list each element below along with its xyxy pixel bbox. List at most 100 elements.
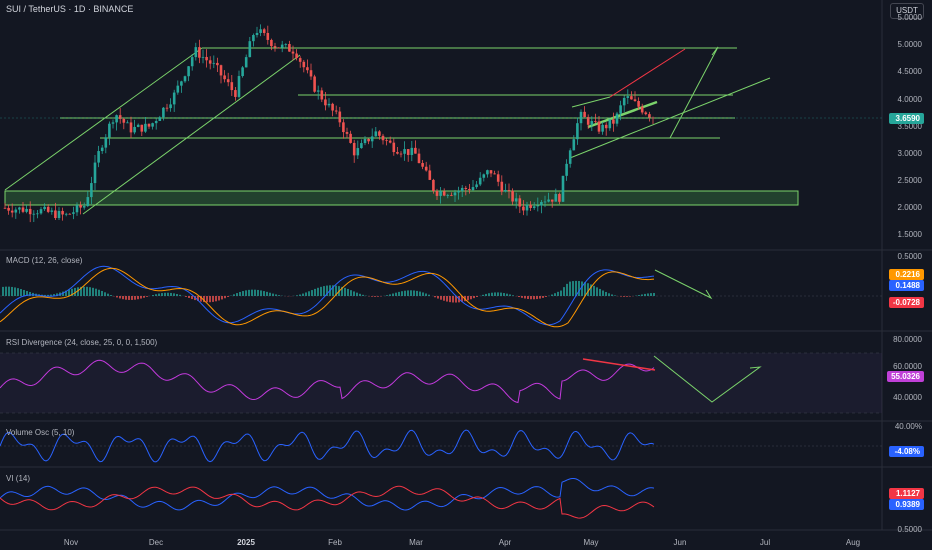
candle-body <box>460 187 464 191</box>
trading-chart-canvas[interactable] <box>0 0 932 550</box>
candle-body <box>500 181 504 192</box>
candle-body <box>28 208 32 215</box>
candle-body <box>417 153 421 164</box>
symbol-title[interactable]: SUI / TetherUS · 1D · BINANCE <box>6 4 133 14</box>
candle-body <box>342 122 345 133</box>
macd-histogram-bar <box>467 296 469 301</box>
macd-histogram-bar <box>50 294 52 296</box>
macd-histogram-bar <box>374 296 376 297</box>
candle-body <box>471 187 475 191</box>
candle-body <box>144 123 147 132</box>
macd-histogram-bar <box>542 296 544 298</box>
volume-osc-indicator-label[interactable]: Volume Osc (5, 10) <box>6 428 74 437</box>
candle-body <box>230 82 234 91</box>
candle-body <box>10 210 14 213</box>
macd-histogram-bar <box>536 296 538 300</box>
macd-histogram-bar <box>254 289 256 296</box>
candle-body <box>421 163 424 167</box>
macd-histogram-bar <box>14 287 16 296</box>
candle-body <box>309 70 313 77</box>
candle-body <box>115 115 118 123</box>
candle-body <box>590 121 594 125</box>
macd-histogram-bar <box>272 293 274 296</box>
candle-body <box>597 121 601 132</box>
candle-body <box>313 76 316 92</box>
candle-body <box>259 29 262 33</box>
macd-histogram-bar <box>296 295 298 296</box>
trend-lines[interactable] <box>4 46 771 215</box>
macd-histogram-bar <box>551 294 553 296</box>
candle-body <box>151 123 154 127</box>
candle-body <box>57 210 61 219</box>
candle-body <box>511 190 514 202</box>
macd-histogram-bar <box>392 293 394 296</box>
candle-body <box>140 124 144 132</box>
time-axis-label: Nov <box>63 538 79 547</box>
candle-body <box>79 205 82 208</box>
macd-histogram-bar <box>212 296 214 302</box>
macd-histogram-bar <box>641 294 643 296</box>
macd-histogram-bar <box>491 292 493 296</box>
volume-osc-value-badge: -4.08% <box>889 446 924 457</box>
macd-histogram-bar <box>545 296 547 297</box>
macd-histogram-bar <box>260 290 262 296</box>
macd-histogram-bar <box>251 289 253 296</box>
macd-histogram-bar <box>263 291 265 296</box>
candle-body <box>644 112 648 115</box>
candle-body <box>572 139 576 151</box>
macd-histogram-bar <box>245 290 247 296</box>
macd-histogram-bar <box>386 295 388 296</box>
candle-body <box>579 111 583 124</box>
macd-histogram-bar <box>452 296 454 303</box>
macd-histogram-bar <box>161 293 163 296</box>
macd-histogram-bar <box>266 291 268 296</box>
macd-histogram-bar <box>128 296 130 300</box>
price-axis-label: 5.0000 <box>897 40 922 49</box>
macd-histogram-bar <box>311 290 313 296</box>
candle-body <box>21 207 25 212</box>
vi-indicator-label[interactable]: VI (14) <box>6 474 30 483</box>
macd-histogram-bar <box>518 296 520 298</box>
candle-body <box>320 90 324 100</box>
macd-histogram-bar <box>476 296 478 297</box>
macd-histogram-bar <box>413 290 415 296</box>
resistance-red-line[interactable] <box>609 48 686 98</box>
candle-body <box>381 135 385 141</box>
candle-body <box>619 105 622 114</box>
macd-histogram-bar <box>599 288 601 296</box>
macd-histogram-bar <box>83 286 85 296</box>
macd-histogram-bar <box>158 293 160 296</box>
macd-value-badge: 0.2216 <box>889 269 924 280</box>
candle-body <box>561 175 565 202</box>
support-zone-box[interactable] <box>4 190 799 206</box>
candle-body <box>522 206 525 211</box>
candle-body <box>302 61 306 68</box>
macd-histogram-bar <box>305 292 307 296</box>
vi-minus-line <box>0 485 655 519</box>
macd-histogram-bar <box>17 288 19 296</box>
macd-histogram-bar <box>227 296 229 297</box>
time-axis-label: Aug <box>845 538 861 547</box>
candle-body <box>118 115 122 119</box>
candle-body <box>604 124 608 129</box>
macd-histogram-bar <box>8 286 10 296</box>
candle-body <box>273 46 277 48</box>
candle-body <box>194 47 198 58</box>
candle-body <box>165 107 169 109</box>
signal-value-badge: 0.1488 <box>889 280 924 291</box>
candle-body <box>428 170 432 180</box>
candle-body <box>306 67 309 71</box>
candle-body <box>478 177 482 185</box>
candle-body <box>226 79 230 83</box>
macd-indicator-label[interactable]: MACD (12, 26, close) <box>6 256 82 265</box>
volume-osc-line <box>0 429 655 463</box>
macd-histogram-bar <box>308 291 310 296</box>
candle-body <box>489 170 493 174</box>
candle-body <box>442 191 446 196</box>
macd-histogram-bar <box>137 296 139 300</box>
rsi-indicator-label[interactable]: RSI Divergence (24, close, 25, 0, 0, 1,5… <box>6 338 157 347</box>
vi-plus-value-badge: 0.9389 <box>889 499 924 510</box>
macd-histogram-bar <box>242 291 244 296</box>
candle-body <box>172 92 176 105</box>
macd-down-arrow[interactable] <box>654 269 713 300</box>
